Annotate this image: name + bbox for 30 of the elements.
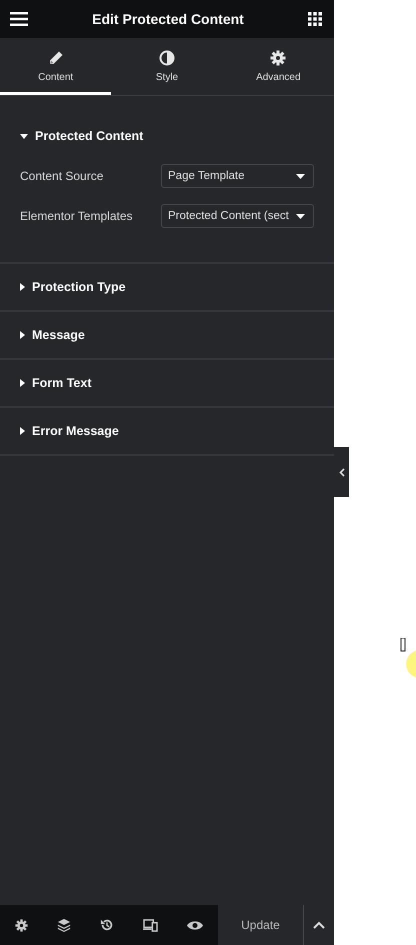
- chevron-up-icon[interactable]: [304, 905, 334, 945]
- section-toggle[interactable]: Protection Type: [0, 264, 334, 310]
- cursor-highlight-icon: [400, 638, 416, 678]
- settings-icon[interactable]: [12, 916, 30, 934]
- caret-down-icon: [20, 134, 28, 138]
- update-button[interactable]: Update: [218, 905, 304, 945]
- caret-right-icon: [20, 283, 25, 291]
- section-toggle[interactable]: Form Text: [0, 360, 334, 406]
- menu-icon[interactable]: [10, 12, 28, 26]
- panel-tab[interactable]: Content: [0, 38, 112, 95]
- collapse-handle[interactable]: [334, 447, 349, 497]
- select-field[interactable]: Page Template: [161, 164, 314, 188]
- grid-icon[interactable]: [308, 12, 322, 26]
- caret-right-icon: [20, 427, 25, 435]
- section-toggle[interactable]: Error Message: [0, 408, 334, 454]
- section-toggle[interactable]: Message: [0, 312, 334, 358]
- devices-icon[interactable]: [141, 916, 160, 934]
- select-field[interactable]: Protected Content (sect: [161, 204, 314, 228]
- caret-right-icon: [20, 379, 25, 387]
- caret-down-icon: [296, 174, 305, 178]
- control-label: Content Source: [20, 169, 104, 183]
- gear-icon: [270, 50, 286, 66]
- caret-right-icon: [20, 331, 25, 339]
- panel-title: Edit Protected Content: [92, 11, 244, 27]
- caret-down-icon: [296, 214, 305, 218]
- panel-tab[interactable]: Advanced: [222, 38, 334, 95]
- contrast-icon: [158, 50, 175, 66]
- control-label: Elementor Templates: [20, 209, 132, 223]
- panel-tab[interactable]: Style: [111, 38, 223, 95]
- pencil-icon: [48, 50, 64, 66]
